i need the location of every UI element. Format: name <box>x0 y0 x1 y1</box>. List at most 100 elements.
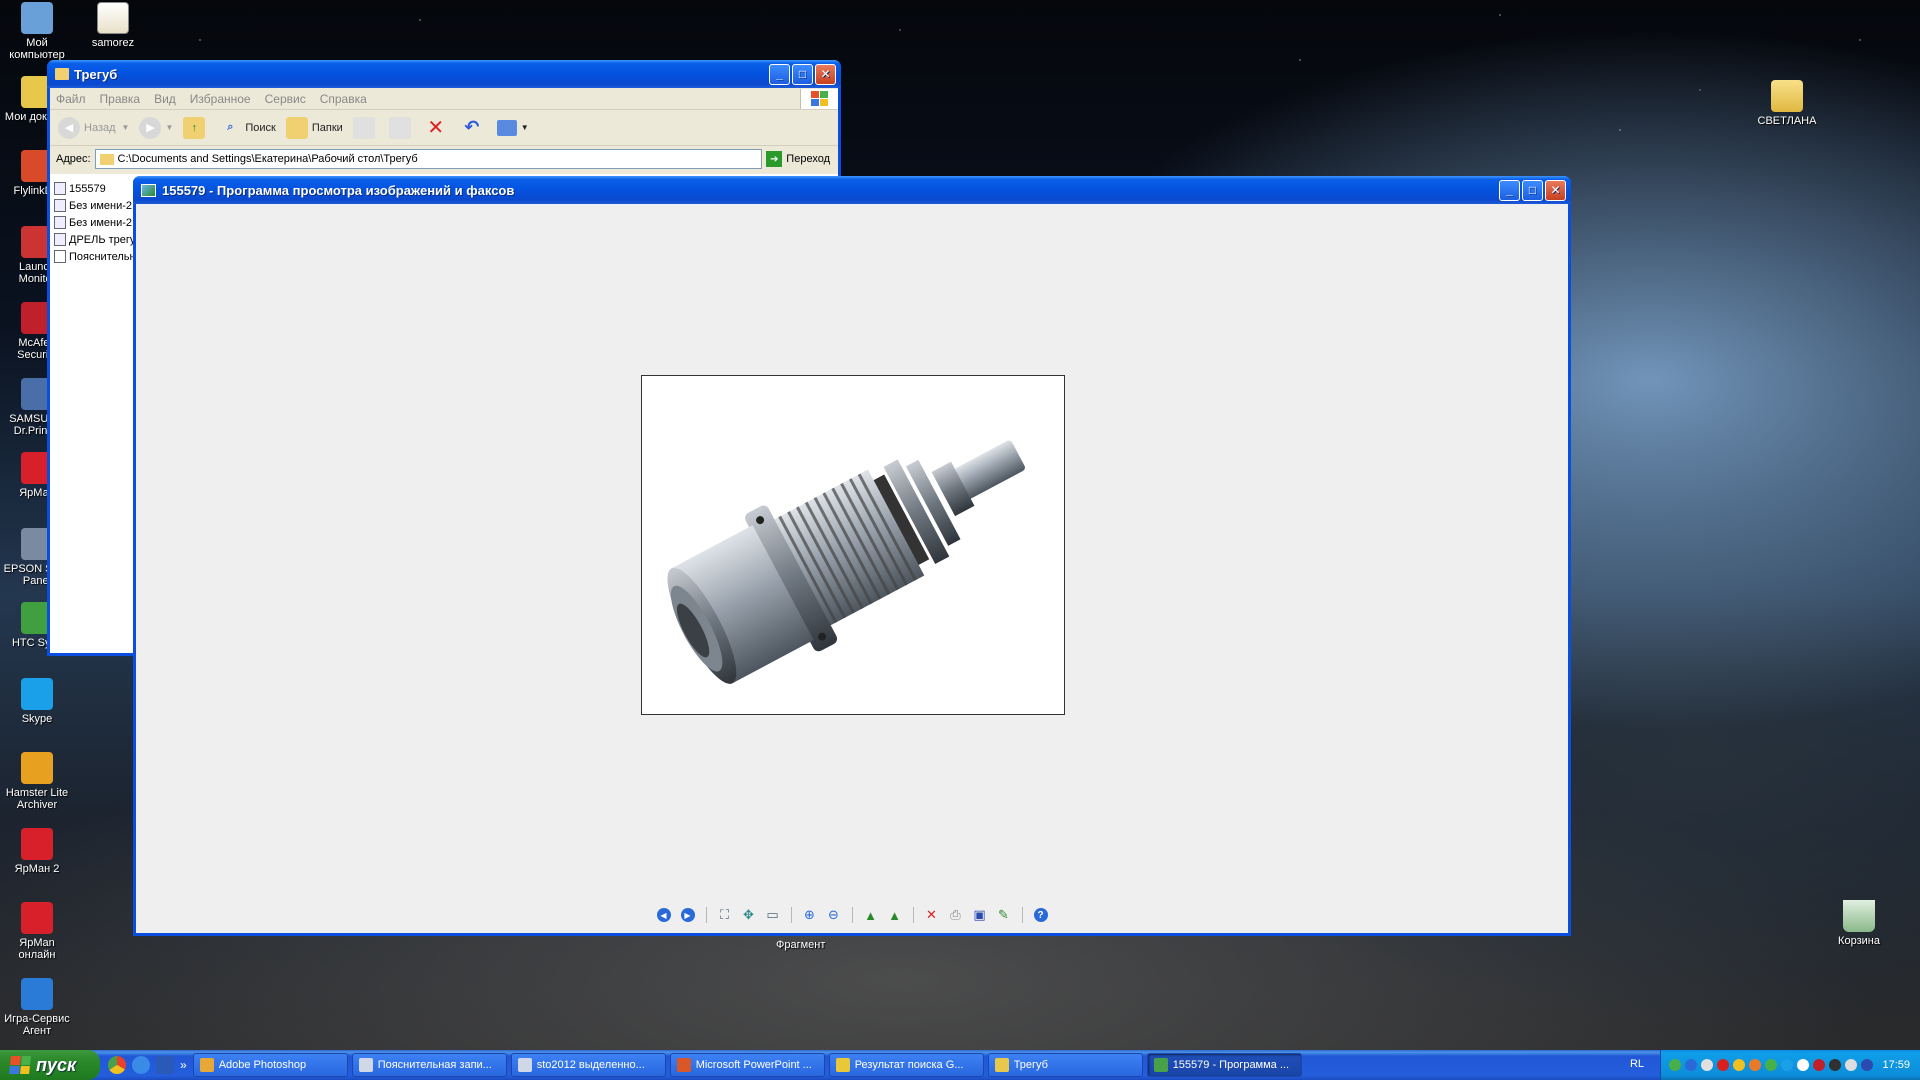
undo-icon: ↶ <box>464 117 480 137</box>
viewer-canvas: Фрагмент ◀ ▶ ⛶ ✥ ▭ ⊕ ⊖ ▲ ▲ ✕ ⎙ ▣ ✎ ? <box>136 204 1568 951</box>
best-fit-icon[interactable]: ⛶ <box>715 905 735 925</box>
more-chevron-icon[interactable]: » <box>180 1058 187 1072</box>
task-icon <box>994 1058 1009 1072</box>
maximize-button[interactable]: □ <box>1522 179 1543 201</box>
desktop-icon[interactable]: Skype <box>0 678 74 725</box>
up-folder-button[interactable]: ↑ <box>183 116 209 139</box>
slideshow-icon[interactable]: ▭ <box>763 905 783 925</box>
app-launcher-icon[interactable] <box>156 1056 174 1074</box>
desktop-icon[interactable]: Hamster Lite Archiver <box>0 752 74 811</box>
close-button[interactable]: ✕ <box>1545 179 1566 201</box>
rotate-cw-icon[interactable]: ▲ <box>861 905 881 925</box>
taskbar-button-label: Результат поиска G... <box>854 1059 964 1071</box>
task-icon <box>358 1058 373 1072</box>
tray-icon[interactable] <box>1813 1059 1825 1071</box>
volume-icon[interactable] <box>1845 1059 1857 1071</box>
tray-icon[interactable] <box>1717 1059 1729 1071</box>
folders-button[interactable]: Папки <box>285 116 343 139</box>
address-input[interactable]: C:\Documents and Settings\Екатерина\Рабо… <box>94 149 763 169</box>
zoom-out-icon[interactable]: ⊖ <box>824 905 844 925</box>
tray-icon[interactable] <box>1669 1059 1681 1071</box>
taskbar-buttons: Adobe Photoshop Пояснительная запи... sto2… <box>192 1053 1306 1077</box>
desktop-icon-label: Игра-Сервис Агент <box>4 1013 70 1037</box>
go-button[interactable]: ➔ Переход <box>766 151 830 167</box>
start-button[interactable]: пуск <box>0 1050 100 1080</box>
print-icon[interactable]: ⎙ <box>946 905 966 925</box>
desktop-icon-label: Skype <box>21 713 53 725</box>
taskbar-button-label: Microsoft PowerPoint ... <box>695 1059 812 1071</box>
save-icon[interactable]: ▣ <box>970 905 990 925</box>
prev-icon[interactable]: ◀ <box>654 905 674 925</box>
rotate-ccw-icon[interactable]: ▲ <box>885 905 905 925</box>
taskbar-button[interactable]: Результат поиска G... <box>828 1053 984 1077</box>
next-icon[interactable]: ▶ <box>678 905 698 925</box>
menu-help[interactable]: Справка <box>320 92 367 106</box>
viewer-titlebar[interactable]: 155579 - Программа просмотра изображений… <box>133 176 1571 204</box>
language-indicator[interactable]: RL <box>1630 1058 1644 1070</box>
views-button[interactable]: ▼ <box>496 119 529 136</box>
tray-icon[interactable] <box>1797 1059 1809 1071</box>
desktop-icon-svetlana[interactable]: СВЕТЛАНА <box>1750 80 1824 127</box>
clock[interactable]: 17:59 <box>1882 1059 1910 1071</box>
help-icon[interactable]: ? <box>1031 905 1051 925</box>
tray-icon[interactable] <box>1829 1059 1841 1071</box>
edit-icon[interactable]: ✎ <box>994 905 1014 925</box>
menu-tools[interactable]: Сервис <box>265 92 306 106</box>
menu-edit[interactable]: Правка <box>100 92 141 106</box>
minimize-button[interactable]: _ <box>769 63 790 85</box>
app-icon <box>21 752 53 784</box>
menu-favorites[interactable]: Избранное <box>190 92 251 106</box>
explorer-titlebar[interactable]: Трегуб _ □ ✕ <box>47 60 841 88</box>
desktop-icon-samorez[interactable]: samorez <box>76 2 150 49</box>
zoom-in-icon[interactable]: ⊕ <box>800 905 820 925</box>
chrome-icon[interactable] <box>108 1056 126 1074</box>
menu-view[interactable]: Вид <box>154 92 176 106</box>
desktop-icon[interactable]: Игра-Сервис Агент <box>0 978 74 1037</box>
taskbar-button[interactable]: Microsoft PowerPoint ... <box>669 1053 825 1077</box>
image-viewer-window[interactable]: 155579 - Программа просмотра изображений… <box>133 176 1571 951</box>
copy-to-button[interactable] <box>388 116 415 139</box>
internet-explorer-icon[interactable] <box>132 1056 150 1074</box>
taskbar-button[interactable]: sto2012 выделенно... <box>510 1053 666 1077</box>
tray-icon[interactable] <box>1685 1059 1697 1071</box>
close-button[interactable]: ✕ <box>815 63 836 85</box>
app-icon <box>21 678 53 710</box>
back-button[interactable]: ◀ Назад ▼ <box>58 116 129 139</box>
system-tray: 17:59 <box>1660 1050 1920 1080</box>
delete-icon[interactable]: ✕ <box>922 905 942 925</box>
maximize-button[interactable]: □ <box>792 63 813 85</box>
minimize-button[interactable]: _ <box>1499 179 1520 201</box>
taskbar-button[interactable]: Трегуб <box>987 1053 1143 1077</box>
desktop-icon[interactable]: ЯрMan онлайн <box>0 902 74 961</box>
desktop-icon-label: ЯрMan онлайн <box>18 937 56 961</box>
tray-icon[interactable] <box>1781 1059 1793 1071</box>
menu-file[interactable]: Файл <box>56 92 86 106</box>
taskbar-button[interactable]: Adobe Photoshop <box>192 1053 348 1077</box>
start-label: пуск <box>36 1054 77 1075</box>
taskbar-button-label: Пояснительная запи... <box>377 1059 492 1071</box>
tray-icon[interactable] <box>1733 1059 1745 1071</box>
desktop-icon[interactable]: Мой компьютер <box>0 2 74 61</box>
app-icon <box>21 2 53 34</box>
network-icon[interactable] <box>1861 1059 1873 1071</box>
actual-size-icon[interactable]: ✥ <box>739 905 759 925</box>
tray-icon[interactable] <box>1749 1059 1761 1071</box>
move-to-button[interactable] <box>352 116 379 139</box>
tray-icon[interactable] <box>1765 1059 1777 1071</box>
app-icon <box>21 978 53 1010</box>
taskbar-button[interactable]: 155579 - Программа ... <box>1146 1053 1302 1077</box>
forward-button[interactable]: ▶ ▼ <box>139 116 173 139</box>
go-label: Переход <box>786 153 830 165</box>
taskbar-button-label: sto2012 выделенно... <box>536 1059 645 1071</box>
search-button[interactable]: ⌕ Поиск <box>219 117 276 139</box>
taskbar-button[interactable]: Пояснительная запи... <box>351 1053 507 1077</box>
views-icon <box>496 119 517 136</box>
separator <box>912 907 914 923</box>
copy-to-icon <box>388 116 411 139</box>
delete-button[interactable]: ✕ <box>425 117 451 139</box>
task-icon <box>199 1058 214 1072</box>
tray-icon[interactable] <box>1701 1059 1713 1071</box>
desktop-icon[interactable]: ЯрМан 2 <box>0 828 74 875</box>
desktop-icon-recycle-bin[interactable]: Корзина <box>1822 900 1896 947</box>
undo-button[interactable]: ↶ <box>461 117 487 139</box>
